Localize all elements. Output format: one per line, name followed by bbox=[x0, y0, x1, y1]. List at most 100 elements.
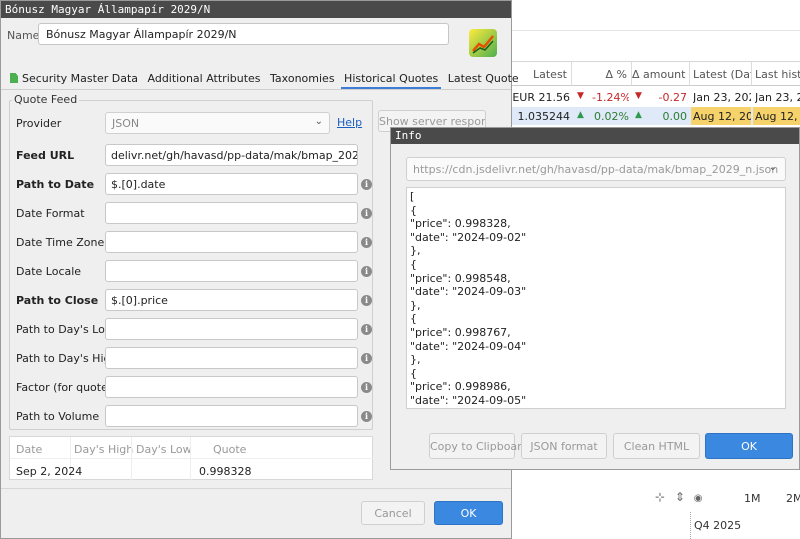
path-to-volume-row: Path to Volume i bbox=[16, 405, 376, 427]
copy-to-clipboard-button[interactable]: Copy to Clipboard bbox=[429, 433, 528, 459]
row1-latest-date: Jan 23, 2026 bbox=[693, 91, 751, 104]
info-icon[interactable]: i bbox=[361, 208, 372, 219]
json-format-button[interactable]: JSON format bbox=[521, 433, 607, 459]
factor-label: Factor (for quotes) bbox=[16, 381, 118, 394]
eye-icon[interactable]: ◉ bbox=[694, 493, 703, 504]
tabs-divider bbox=[1, 89, 511, 90]
ok-button[interactable]: OK bbox=[434, 501, 503, 525]
range-2m[interactable]: 2M bbox=[786, 492, 800, 505]
column-header-delta-amount[interactable]: Δ amount bbox=[632, 62, 690, 86]
info-dialog: Info https://cdn.jsdelivr.net/gh/havasd/… bbox=[390, 127, 800, 470]
row1-delta-amount: -0.27 bbox=[658, 91, 687, 104]
factor-input[interactable] bbox=[105, 376, 358, 398]
tab-additional-attributes[interactable]: Additional Attributes bbox=[145, 70, 264, 87]
up-triangle-icon: ▲ bbox=[577, 110, 584, 120]
preview-header-quote: Quote bbox=[213, 443, 247, 456]
name-label: Name bbox=[7, 29, 40, 42]
date-time-zone-input[interactable] bbox=[105, 231, 358, 253]
name-input[interactable]: Bónusz Magyar Állampapír 2029/N bbox=[38, 23, 449, 45]
json-line: }, bbox=[410, 298, 421, 312]
app-logo-icon bbox=[469, 29, 497, 57]
info-icon[interactable]: i bbox=[361, 295, 372, 306]
feed-url-row: Feed URL delivr.net/gh/havasd/pp-data/ma… bbox=[16, 144, 376, 166]
path-to-days-low-input[interactable] bbox=[105, 318, 358, 340]
quote-preview-table: Date Day's High Day's Low Quote Sep 2, 2… bbox=[9, 436, 374, 481]
tab-taxonomies[interactable]: Taxonomies bbox=[267, 70, 338, 87]
scale-icon[interactable]: ⇕ bbox=[675, 490, 685, 504]
background-toolbar bbox=[510, 0, 800, 62]
path-to-days-low-row: Path to Day's Low i bbox=[16, 318, 376, 340]
info-ok-button[interactable]: OK bbox=[705, 433, 793, 459]
info-icon[interactable]: i bbox=[361, 266, 372, 277]
path-to-date-label: Path to Date bbox=[16, 178, 95, 191]
path-to-close-label: Path to Close bbox=[16, 294, 99, 307]
chevron-down-icon: ⌄ bbox=[314, 116, 323, 127]
preview-header-days-low: Day's Low bbox=[136, 443, 192, 456]
json-response-text[interactable]: [{"price": 0.998328, "date": "2024-09-02"… bbox=[406, 187, 786, 409]
date-locale-input[interactable] bbox=[105, 260, 358, 282]
tab-latest-quote[interactable]: Latest Quote bbox=[445, 70, 522, 87]
feed-url-label: Feed URL bbox=[16, 149, 75, 162]
json-line: }, bbox=[410, 244, 421, 258]
cancel-button[interactable]: Cancel bbox=[361, 501, 425, 525]
path-to-close-input[interactable]: $.[0].price bbox=[105, 289, 358, 311]
tab-historical-quotes[interactable]: Historical Quotes bbox=[341, 70, 442, 89]
info-icon[interactable]: i bbox=[361, 411, 372, 422]
preview-quote: 0.998328 bbox=[199, 465, 252, 478]
row2-delta-amount: 0.00 bbox=[662, 110, 688, 123]
path-to-date-row: Path to Date $.[0].date i bbox=[16, 173, 376, 195]
help-link[interactable]: Help bbox=[337, 116, 362, 129]
path-to-days-high-label: Path to Day's High bbox=[16, 352, 118, 365]
dialog-title: Bónusz Magyar Állampapír 2029/N bbox=[1, 1, 511, 18]
json-line: { bbox=[410, 203, 417, 217]
row1-delta-percent: -1.24% bbox=[592, 91, 629, 104]
chevron-down-icon: ⌄ bbox=[768, 162, 777, 173]
row2-latest: 1.035244 bbox=[517, 110, 571, 123]
provider-select[interactable]: JSON ⌄ bbox=[105, 112, 330, 134]
document-icon bbox=[10, 73, 18, 83]
json-line: { bbox=[410, 312, 417, 326]
toolbar-divider bbox=[510, 30, 800, 31]
json-line: { bbox=[410, 366, 417, 380]
json-line: "date": "2024-09-02" bbox=[410, 230, 527, 244]
json-line: "price": 0.998548, bbox=[410, 271, 511, 285]
provider-row: Provider JSON ⌄ Help bbox=[16, 112, 376, 134]
info-icon[interactable]: i bbox=[361, 237, 372, 248]
factor-row: Factor (for quotes) i bbox=[16, 376, 376, 398]
up-triangle-icon: ▲ bbox=[635, 110, 642, 120]
url-select[interactable]: https://cdn.jsdelivr.net/gh/havasd/pp-da… bbox=[406, 157, 786, 181]
date-time-zone-label: Date Time Zone bbox=[16, 236, 105, 249]
json-line: "date": "2024-09-03" bbox=[410, 285, 527, 299]
path-to-volume-label: Path to Volume bbox=[16, 410, 100, 423]
preview-header-days-high: Day's High bbox=[74, 443, 134, 456]
range-1m[interactable]: 1M bbox=[744, 492, 761, 505]
json-line: "date": "2024-09-05" bbox=[410, 393, 527, 407]
info-icon[interactable]: i bbox=[361, 324, 372, 335]
column-header-last-historical[interactable]: Last histo bbox=[752, 62, 800, 86]
row2-delta-percent: 0.02% bbox=[594, 110, 629, 123]
json-line: "price": 0.998767, bbox=[410, 325, 511, 339]
date-format-input[interactable] bbox=[105, 202, 358, 224]
info-icon[interactable]: i bbox=[361, 353, 372, 364]
info-icon[interactable]: i bbox=[361, 382, 372, 393]
path-to-date-input[interactable]: $.[0].date bbox=[105, 173, 358, 195]
preview-date: Sep 2, 2024 bbox=[16, 465, 83, 478]
path-to-days-high-row: Path to Day's High i bbox=[16, 347, 376, 369]
column-header-latest-date[interactable]: Latest (Dat bbox=[690, 62, 752, 86]
crosshair-icon[interactable]: ⊹ bbox=[655, 490, 665, 504]
tab-security-master-data[interactable]: Security Master Data bbox=[7, 70, 141, 87]
row2-last-historical: Aug 12, 20 bbox=[753, 107, 800, 125]
path-to-volume-input[interactable] bbox=[105, 405, 358, 427]
column-separator bbox=[131, 437, 132, 481]
preview-header-divider bbox=[10, 458, 374, 459]
path-to-days-high-input[interactable] bbox=[105, 347, 358, 369]
info-icon[interactable]: i bbox=[361, 179, 372, 190]
preview-header-date: Date bbox=[16, 443, 43, 456]
feed-url-input[interactable]: delivr.net/gh/havasd/pp-data/mak/bmap_20… bbox=[105, 144, 358, 166]
info-dialog-title: Info bbox=[391, 128, 799, 144]
provider-label: Provider bbox=[16, 117, 62, 130]
column-header-delta-percent[interactable]: Δ % bbox=[572, 62, 632, 86]
row1-latest: EUR 21.56 bbox=[512, 91, 570, 104]
json-line: { bbox=[410, 257, 417, 271]
clean-html-button[interactable]: Clean HTML bbox=[613, 433, 700, 459]
